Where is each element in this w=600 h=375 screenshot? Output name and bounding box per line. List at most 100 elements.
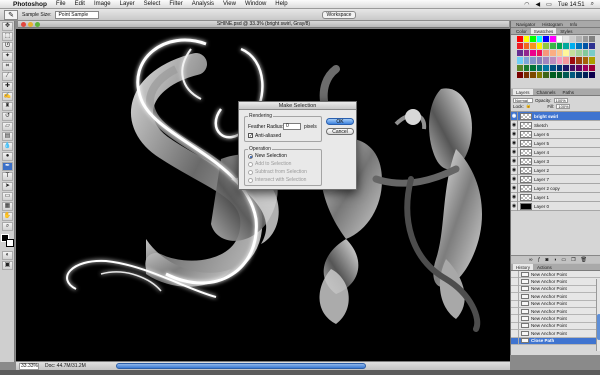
type-tool-icon[interactable]: T <box>2 172 13 181</box>
ok-button[interactable]: OK <box>326 118 354 125</box>
swatch-cell[interactable] <box>582 36 589 43</box>
layer-row[interactable]: ◉ Layer 3 <box>511 156 600 166</box>
tab-color[interactable]: Color <box>513 28 530 34</box>
magic-wand-tool-icon[interactable]: ✦ <box>2 52 13 61</box>
brush-tool-icon[interactable]: ✍ <box>2 92 13 101</box>
wifi-icon[interactable]: ◠ <box>524 1 529 8</box>
tab-navigator[interactable]: Navigator <box>513 21 538 27</box>
swatch-cell[interactable] <box>556 36 563 43</box>
swatch-cell[interactable] <box>523 36 530 43</box>
layer-style-icon[interactable]: ƒ <box>538 257 541 263</box>
swatch-cell[interactable] <box>530 64 536 71</box>
move-tool-icon[interactable]: ✥ <box>2 22 13 31</box>
swatch-cell[interactable] <box>549 50 556 57</box>
pen-tool-icon[interactable]: ✒ <box>2 162 13 171</box>
history-brush-tool-icon[interactable]: ↺ <box>2 112 13 121</box>
layer-row[interactable]: ◉ Layer 2 <box>511 165 600 175</box>
healing-brush-tool-icon[interactable]: ✚ <box>2 82 13 91</box>
swatch-cell[interactable] <box>589 57 595 64</box>
visibility-eye-icon[interactable]: ◉ <box>511 138 518 148</box>
battery-icon[interactable]: ▭ <box>546 1 552 8</box>
swatch-cell[interactable] <box>530 50 536 57</box>
history-source-checkbox[interactable] <box>511 300 519 308</box>
link-layers-icon[interactable]: ∞ <box>529 257 533 263</box>
tab-actions[interactable]: Actions <box>534 264 555 270</box>
swatch-cell[interactable] <box>530 43 536 50</box>
tab-histogram[interactable]: Histogram <box>539 21 566 27</box>
swatch-cell[interactable] <box>556 64 563 71</box>
swatch-cell[interactable] <box>543 36 549 43</box>
swatch-cell[interactable] <box>582 43 589 50</box>
swatch-cell[interactable] <box>517 36 523 43</box>
eyedropper-preset-icon[interactable]: ✎ <box>4 9 18 20</box>
swatch-cell[interactable] <box>563 50 569 57</box>
swatch-cell[interactable] <box>536 36 543 43</box>
visibility-eye-icon[interactable]: ◉ <box>511 183 518 193</box>
swatch-cell[interactable] <box>536 43 543 50</box>
sample-size-select[interactable]: Point Sample <box>55 10 100 19</box>
menu-image[interactable]: Image <box>94 1 111 7</box>
tab-styles[interactable]: Styles <box>557 28 575 34</box>
visibility-eye-icon[interactable]: ◉ <box>511 129 518 139</box>
swatch-cell[interactable] <box>589 43 595 50</box>
layer-row[interactable]: ◉ bright swirl <box>511 111 600 121</box>
add-to-selection-radio[interactable] <box>248 162 253 167</box>
layer-row[interactable]: ◉ Layer 1 <box>511 192 600 202</box>
history-scrollbar[interactable] <box>596 279 600 351</box>
document-canvas[interactable] <box>16 29 510 361</box>
layer-row[interactable]: ◉ Layer 6 <box>511 129 600 139</box>
zoom-field[interactable]: 33.33% <box>19 362 39 370</box>
swatch-cell[interactable] <box>563 64 569 71</box>
swatch-cell[interactable] <box>543 50 549 57</box>
swatch-cell[interactable] <box>517 64 523 71</box>
swatch-cell[interactable] <box>582 57 589 64</box>
clone-stamp-tool-icon[interactable]: ♜ <box>2 102 13 111</box>
opacity-field[interactable]: 100% <box>553 97 568 103</box>
screen-mode-icon[interactable]: ▣ <box>2 261 13 270</box>
swatch-cell[interactable] <box>563 71 569 78</box>
visibility-eye-icon[interactable]: ◉ <box>511 174 518 184</box>
swatch-cell[interactable] <box>543 71 549 78</box>
path-selection-tool-icon[interactable]: ➤ <box>2 182 13 191</box>
swatch-cell[interactable] <box>569 71 576 78</box>
swatch-cell[interactable] <box>556 71 563 78</box>
layer-row[interactable]: ◉ Sketch <box>511 120 600 130</box>
history-source-checkbox[interactable] <box>511 337 519 345</box>
swatch-cell[interactable] <box>589 71 595 78</box>
swatch-cell[interactable] <box>549 57 556 64</box>
swatch-cell[interactable] <box>556 50 563 57</box>
visibility-eye-icon[interactable]: ◉ <box>511 147 518 157</box>
swatch-cell[interactable] <box>576 71 582 78</box>
subtract-from-selection-radio[interactable] <box>248 170 253 175</box>
swatch-cell[interactable] <box>543 64 549 71</box>
feather-radius-input[interactable]: 0 <box>283 123 301 130</box>
swatch-cell[interactable] <box>523 64 530 71</box>
blur-tool-icon[interactable]: 💧 <box>2 142 13 151</box>
history-source-checkbox[interactable] <box>511 315 519 323</box>
swatch-cell[interactable] <box>523 43 530 50</box>
history-source-checkbox[interactable] <box>511 285 519 293</box>
swatch-cell[interactable] <box>569 43 576 50</box>
menu-analysis[interactable]: Analysis <box>192 1 214 7</box>
quick-mask-icon[interactable]: ◐ <box>2 251 13 260</box>
swatch-cell[interactable] <box>576 36 582 43</box>
swatch-cell[interactable] <box>582 64 589 71</box>
swatch-cell[interactable] <box>569 50 576 57</box>
anti-aliased-checkbox[interactable]: ✓ <box>248 133 253 139</box>
shape-tool-icon[interactable]: ▭ <box>2 192 13 201</box>
layer-row[interactable]: ◉ Layer 7 <box>511 174 600 184</box>
swatch-cell[interactable] <box>563 57 569 64</box>
lock-icon[interactable]: 🔒 <box>526 103 532 109</box>
cancel-button[interactable]: Cancel <box>326 128 354 135</box>
history-row[interactable]: New Anchor Point <box>511 315 600 323</box>
menu-view[interactable]: View <box>223 1 236 7</box>
workspace-button[interactable]: Workspace <box>322 11 356 19</box>
history-row[interactable]: New Anchor Point <box>511 300 600 308</box>
swatch-cell[interactable] <box>563 43 569 50</box>
crop-tool-icon[interactable]: ⌗ <box>2 62 13 71</box>
swatch-cell[interactable] <box>582 71 589 78</box>
visibility-eye-icon[interactable]: ◉ <box>511 192 518 202</box>
history-row[interactable]: New Anchor Point <box>511 329 600 338</box>
history-row[interactable]: New Anchor Point <box>511 292 600 301</box>
volume-icon[interactable]: ◀ <box>536 1 541 8</box>
